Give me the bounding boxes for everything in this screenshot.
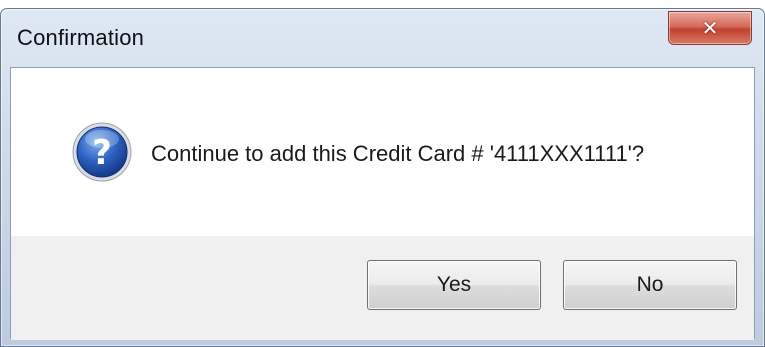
dialog-content: ? Continue to add this Credit Card # '41…	[10, 67, 755, 340]
close-button[interactable]: ✕	[668, 11, 752, 45]
button-area: Yes No	[11, 236, 754, 340]
question-icon: ?	[72, 122, 132, 182]
no-button[interactable]: No	[563, 260, 737, 310]
close-icon: ✕	[701, 16, 719, 40]
message-text: Continue to add this Credit Card # '4111…	[151, 141, 645, 166]
yes-button[interactable]: Yes	[367, 260, 541, 310]
svg-text:?: ?	[92, 133, 112, 173]
window-title: Confirmation	[17, 25, 145, 50]
confirmation-dialog: Confirmation ✕ ? Continue to add this Cr…	[0, 8, 765, 347]
title-bar[interactable]: Confirmation ✕	[1, 9, 764, 67]
message-area: ? Continue to add this Credit Card # '41…	[11, 68, 754, 236]
